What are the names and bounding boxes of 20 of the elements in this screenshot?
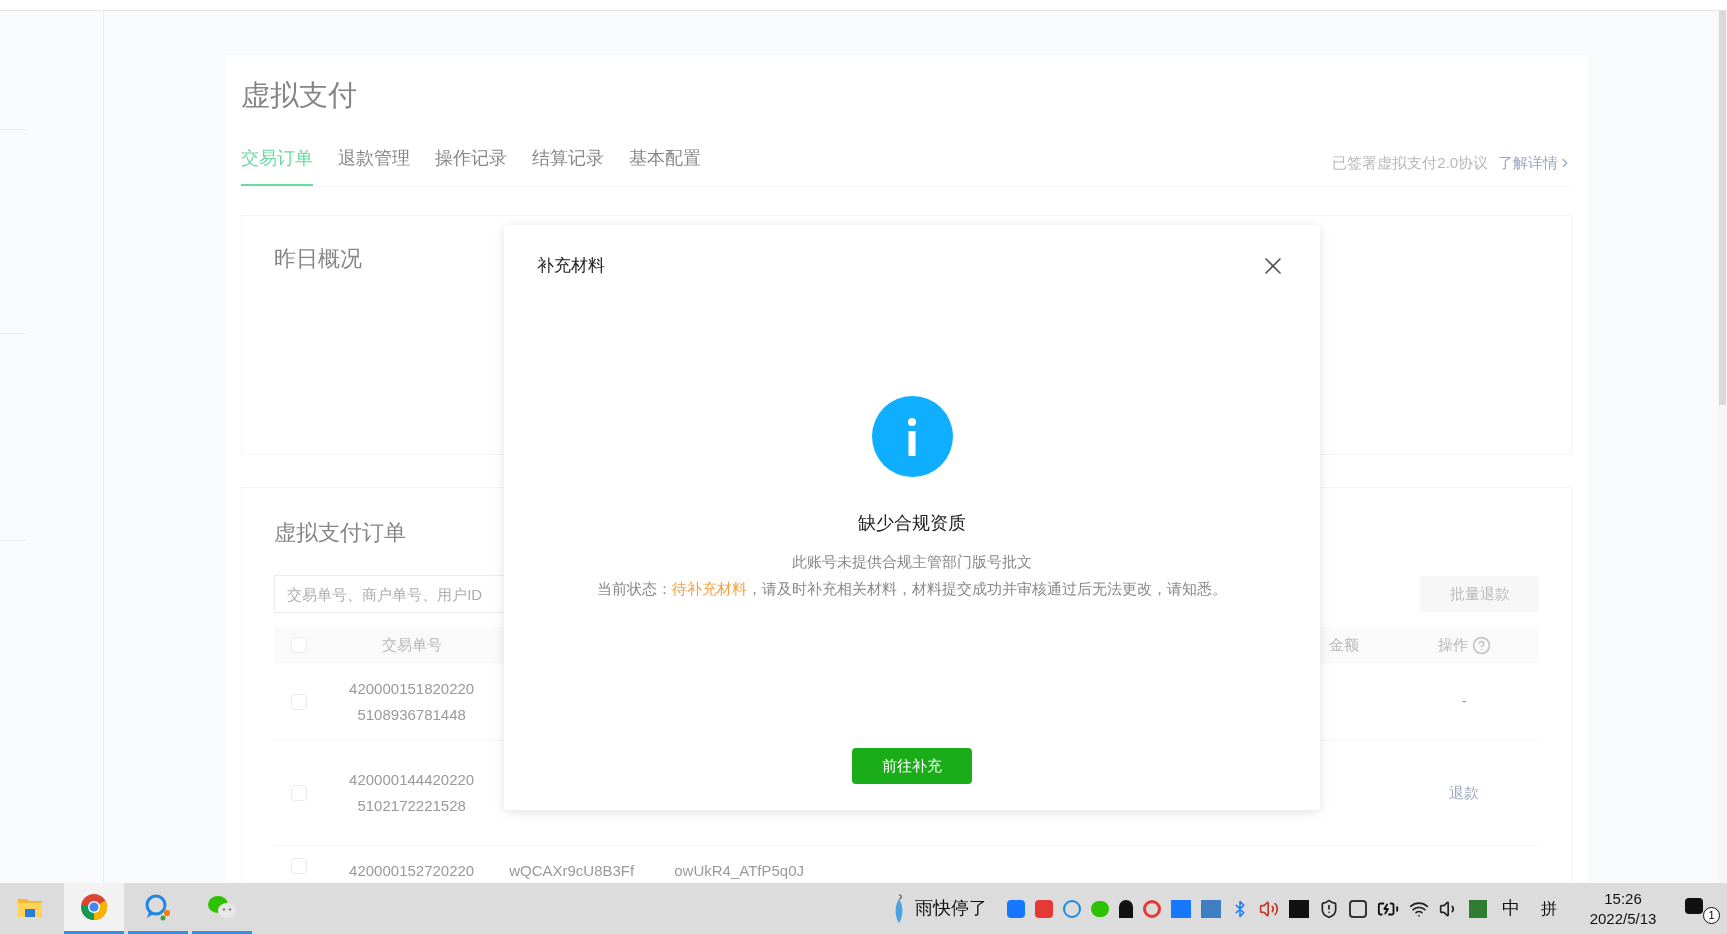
section-title: 昨日概况 (274, 245, 363, 273)
status-text: 当前状态：待补充材料，请及时补充相关材料，材料提交成功并审核通过后无法更改，请知悉。 (597, 578, 1227, 599)
dialog-heading: 缺少合规资质 (858, 512, 966, 535)
dialog-message: 此账号未提供合规主管部门版号批文 (792, 552, 1032, 572)
dialog-title: 补充材料 (537, 255, 605, 278)
table-cell-text: owUkR4_ATfP5q0J (673, 861, 806, 881)
agreement-text: 已签署虚拟支付2.0协议 (1332, 152, 1489, 173)
table-cell-text: - (1460, 691, 1468, 712)
clock-date: 2022/5/13 (1589, 908, 1657, 929)
table-cell-text: 420000152720220 (348, 861, 476, 881)
column-header: 金额 (1328, 634, 1361, 655)
page-title: 虚拟支付 (241, 78, 359, 113)
column-header: 操作 (1437, 634, 1468, 655)
column-header: 交易单号 (380, 634, 443, 655)
table-cell-text: 420000151820220 5108936781448 (348, 678, 476, 725)
table-cell-text: wQCAXr9cU8B3Ff (508, 861, 636, 881)
clock-time: 15:26 (1604, 888, 1642, 909)
section-title: 虚拟支付订单 (274, 519, 407, 547)
table-cell-text: 420000144420220 5102172221528 (348, 770, 476, 816)
notification-count: 1 (1703, 906, 1720, 924)
